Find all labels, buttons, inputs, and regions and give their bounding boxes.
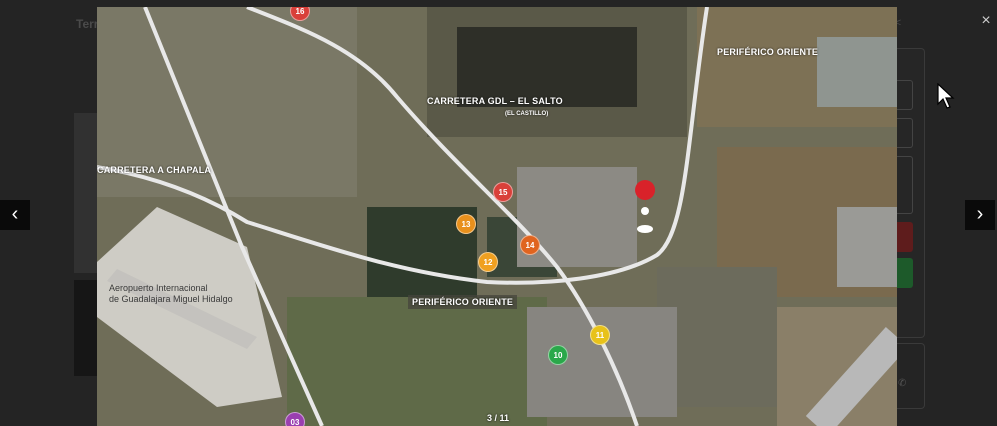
image-counter: 3 / 11: [487, 413, 510, 423]
map-marker[interactable]: 15: [493, 182, 513, 202]
map-marker[interactable]: 10: [548, 345, 568, 365]
underlying-red-button: [897, 222, 913, 252]
underlying-textarea: [897, 156, 913, 214]
chevron-right-icon[interactable]: ›: [965, 200, 995, 230]
road-label-carretera-gdl: CARRETERA GDL – EL SALTO: [427, 96, 563, 106]
satellite-map: [97, 7, 897, 426]
road-label-carretera-chapala: CARRETERA A CHAPALA: [97, 165, 212, 175]
map-marker[interactable]: 03: [285, 412, 305, 426]
underlying-phone-panel: [897, 343, 925, 409]
road-label-periferico-oriente-top: PERIFÉRICO ORIENTE: [717, 47, 819, 57]
airport-label: Aeropuerto Internacional de Guadalajara …: [109, 283, 233, 304]
map-marker[interactable]: 13: [456, 214, 476, 234]
close-icon[interactable]: ×: [976, 11, 996, 31]
underlying-input-field: [897, 118, 913, 148]
lightbox-map-image: CARRETERA GDL – EL SALTO (EL CASTILLO) P…: [97, 7, 897, 426]
underlying-input-field: [897, 80, 913, 110]
map-marker[interactable]: 11: [590, 325, 610, 345]
phone-icon: ✆: [898, 378, 907, 389]
road-label-periferico-oriente-bottom: PERIFÉRICO ORIENTE: [408, 295, 518, 309]
underlying-gallery-image: [74, 280, 98, 376]
mouse-cursor-icon: [937, 83, 955, 109]
underlying-page-title: Terr: [76, 17, 99, 31]
underlying-green-button: [897, 258, 913, 288]
map-marker[interactable]: 12: [478, 252, 498, 272]
chevron-left-icon[interactable]: ‹: [0, 200, 30, 230]
map-marker[interactable]: 14: [520, 235, 540, 255]
road-sublabel-el-castillo: (EL CASTILLO): [505, 111, 549, 117]
underlying-gallery-image: [74, 113, 98, 273]
